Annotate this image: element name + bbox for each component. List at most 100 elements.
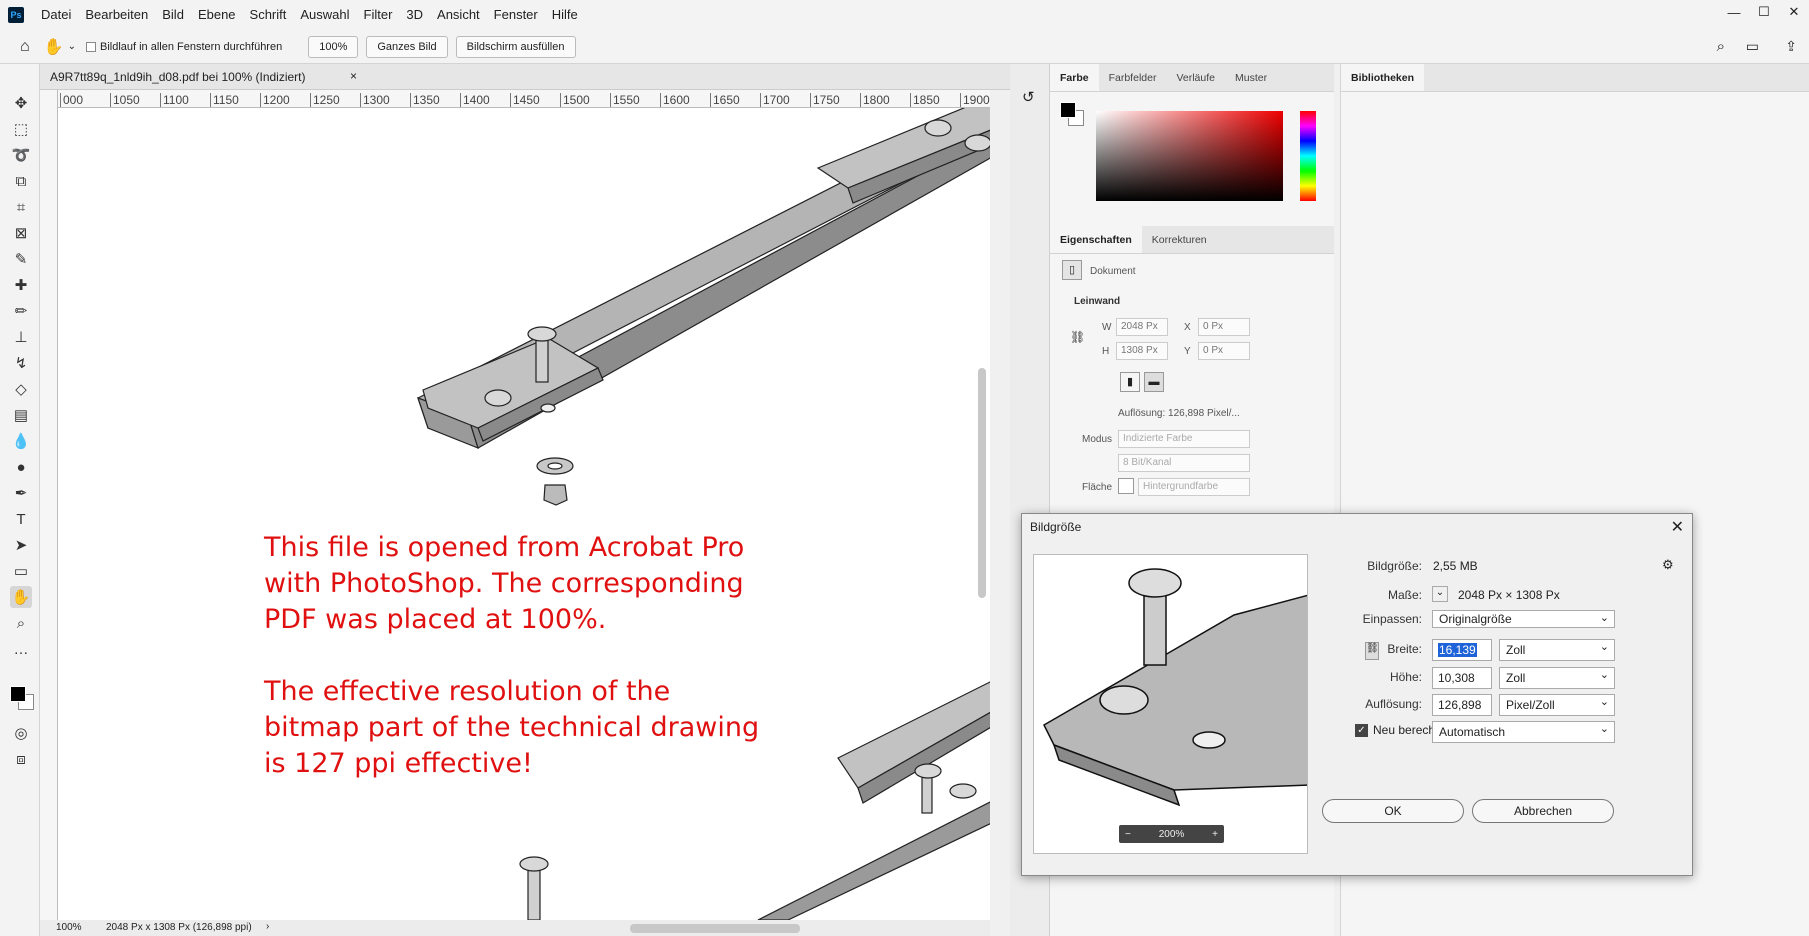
window-controls: — ☐ ✕ xyxy=(1719,0,1809,24)
menu-filter[interactable]: Filter xyxy=(357,0,400,30)
close-icon[interactable]: ✕ xyxy=(1671,517,1684,537)
tab-bibliotheken[interactable]: Bibliotheken xyxy=(1341,64,1425,91)
canvas-height-field[interactable]: 1308 Px xyxy=(1116,342,1168,360)
menu-ansicht[interactable]: Ansicht xyxy=(430,0,487,30)
landscape-icon[interactable]: ▬ xyxy=(1144,372,1164,392)
share-icon[interactable]: ⇪ xyxy=(1785,38,1797,55)
screen-mode-icon[interactable]: ⧈ xyxy=(10,748,32,770)
fit-select[interactable]: Originalgröße xyxy=(1432,610,1615,628)
shape-tool-icon[interactable]: ▭ xyxy=(10,560,32,582)
hue-slider[interactable] xyxy=(1300,111,1316,201)
height-unit-select[interactable]: Zoll xyxy=(1499,667,1615,689)
zoom-tool-icon[interactable]: ⌕ xyxy=(10,612,32,634)
ruler-tick-label: 1450 xyxy=(510,93,560,107)
chevron-right-icon[interactable]: › xyxy=(266,921,269,932)
zoom-100-button[interactable]: 100% xyxy=(308,35,359,58)
cancel-button[interactable]: Abbrechen xyxy=(1472,799,1614,823)
tab-eigenschaften[interactable]: Eigenschaften xyxy=(1050,226,1142,253)
document-tab[interactable]: A9R7tt89q_1nld9ih_d08.pdf bei 100% (Indi… xyxy=(40,64,1010,90)
lasso-tool-icon[interactable]: ➰ xyxy=(10,144,32,166)
crop-tool-icon[interactable]: ⌗ xyxy=(10,196,32,218)
fit-screen-button[interactable]: Ganzes Bild xyxy=(366,35,448,58)
menu-hilfe[interactable]: Hilfe xyxy=(545,0,585,30)
home-icon[interactable]: ⌂ xyxy=(20,38,30,56)
blur-icon[interactable]: 💧 xyxy=(10,430,32,452)
menu-schrift[interactable]: Schrift xyxy=(243,0,294,30)
scroll-all-checkbox[interactable] xyxy=(85,41,96,52)
hand-tool-active-icon[interactable]: ✋ xyxy=(10,586,32,608)
width-unit-select[interactable]: Zoll xyxy=(1499,639,1615,661)
fg-color-chip[interactable] xyxy=(1060,102,1076,118)
tab-verlaeufe[interactable]: Verläufe xyxy=(1166,64,1225,91)
eyedropper-icon[interactable]: ✎ xyxy=(10,248,32,270)
fill-swatch[interactable] xyxy=(1118,478,1134,494)
workspace-icon[interactable]: ▭ xyxy=(1746,38,1759,55)
tab-korrekturen[interactable]: Korrekturen xyxy=(1142,226,1217,253)
minimize-icon[interactable]: — xyxy=(1719,0,1749,24)
eraser-icon[interactable]: ◇ xyxy=(10,378,32,400)
document-canvas[interactable]: This file is opened from Acrobat Pro wit… xyxy=(58,108,990,920)
fill-select[interactable]: Hintergrundfarbe xyxy=(1138,478,1250,496)
close-icon[interactable]: ✕ xyxy=(1779,0,1809,24)
menu-bild[interactable]: Bild xyxy=(155,0,191,30)
move-tool-icon[interactable]: ✥ xyxy=(10,92,32,114)
type-tool-icon[interactable]: T xyxy=(10,508,32,530)
healing-icon[interactable]: ✚ xyxy=(10,274,32,296)
history-panel-icon[interactable]: ↺ xyxy=(1022,88,1035,106)
menu-3d[interactable]: 3D xyxy=(399,0,430,30)
portrait-icon[interactable]: ▮ xyxy=(1120,372,1140,392)
canvas-y-field[interactable]: 0 Px xyxy=(1198,342,1250,360)
zoom-out-icon[interactable]: − xyxy=(1125,829,1131,840)
resolution-unit-select[interactable]: Pixel/Zoll xyxy=(1499,694,1615,716)
height-input[interactable]: 10,308 xyxy=(1432,667,1492,689)
preview-zoom-bar[interactable]: − 200% + xyxy=(1119,825,1224,843)
resample-checkbox[interactable]: ✓ xyxy=(1355,724,1368,737)
close-tab-icon[interactable]: × xyxy=(350,69,357,83)
pen-icon[interactable]: ✒ xyxy=(10,482,32,504)
menu-ebene[interactable]: Ebene xyxy=(191,0,243,30)
ruler-tick-label: 1500 xyxy=(560,93,610,107)
ok-button[interactable]: OK xyxy=(1322,799,1464,823)
menu-fenster[interactable]: Fenster xyxy=(487,0,545,30)
image-preview[interactable]: − 200% + xyxy=(1033,554,1308,854)
frame-tool-icon[interactable]: ⊠ xyxy=(10,222,32,244)
menu-datei[interactable]: Datei xyxy=(34,0,78,30)
mode-select[interactable]: Indizierte Farbe xyxy=(1118,430,1250,448)
tab-farbfelder[interactable]: Farbfelder xyxy=(1099,64,1167,91)
path-select-icon[interactable]: ➤ xyxy=(10,534,32,556)
maximize-icon[interactable]: ☐ xyxy=(1749,0,1779,24)
menu-bearbeiten[interactable]: Bearbeiten xyxy=(78,0,155,30)
color-field[interactable] xyxy=(1096,111,1283,201)
brush-icon[interactable]: ✏ xyxy=(10,300,32,322)
quick-mask-icon[interactable]: ◎ xyxy=(10,722,32,744)
stamp-icon[interactable]: ⊥ xyxy=(10,326,32,348)
canvas-section[interactable]: Leinwand xyxy=(1074,296,1120,307)
zoom-in-icon[interactable]: + xyxy=(1212,829,1218,840)
dodge-icon[interactable]: ● xyxy=(10,456,32,478)
object-select-icon[interactable]: ⧉ xyxy=(10,170,32,192)
tab-muster[interactable]: Muster xyxy=(1225,64,1277,91)
resample-select[interactable]: Automatisch xyxy=(1432,721,1615,743)
foreground-color-swatch[interactable] xyxy=(10,686,26,702)
chevron-down-icon[interactable]: ⌄ xyxy=(68,41,76,52)
marquee-tool-icon[interactable]: ⬚ xyxy=(10,118,32,140)
zoom-level[interactable]: 100% xyxy=(56,922,82,933)
more-tools-icon[interactable]: … xyxy=(10,638,32,660)
gear-icon[interactable]: ⚙ xyxy=(1662,557,1674,573)
gradient-icon[interactable]: ▤ xyxy=(10,404,32,426)
search-icon[interactable]: ⌕ xyxy=(1717,38,1725,55)
tab-farbe[interactable]: Farbe xyxy=(1050,64,1099,91)
dims-chevron-icon[interactable]: ⌄ xyxy=(1432,586,1448,602)
link-icon[interactable]: ⛓ xyxy=(1070,330,1085,344)
canvas-x-field[interactable]: 0 Px xyxy=(1198,318,1250,336)
width-input[interactable]: 16,139 xyxy=(1432,639,1492,661)
canvas-width-field[interactable]: 2048 Px xyxy=(1116,318,1168,336)
depth-select[interactable]: 8 Bit/Kanal xyxy=(1118,454,1250,472)
resolution-input[interactable]: 126,898 xyxy=(1432,694,1492,716)
menu-auswahl[interactable]: Auswahl xyxy=(293,0,356,30)
fill-screen-button[interactable]: Bildschirm ausfüllen xyxy=(455,35,576,58)
vertical-scrollbar[interactable] xyxy=(978,368,986,598)
horizontal-scrollbar[interactable] xyxy=(630,924,800,933)
history-brush-icon[interactable]: ↯ xyxy=(10,352,32,374)
hand-tool-icon[interactable]: ✋ xyxy=(44,37,64,57)
